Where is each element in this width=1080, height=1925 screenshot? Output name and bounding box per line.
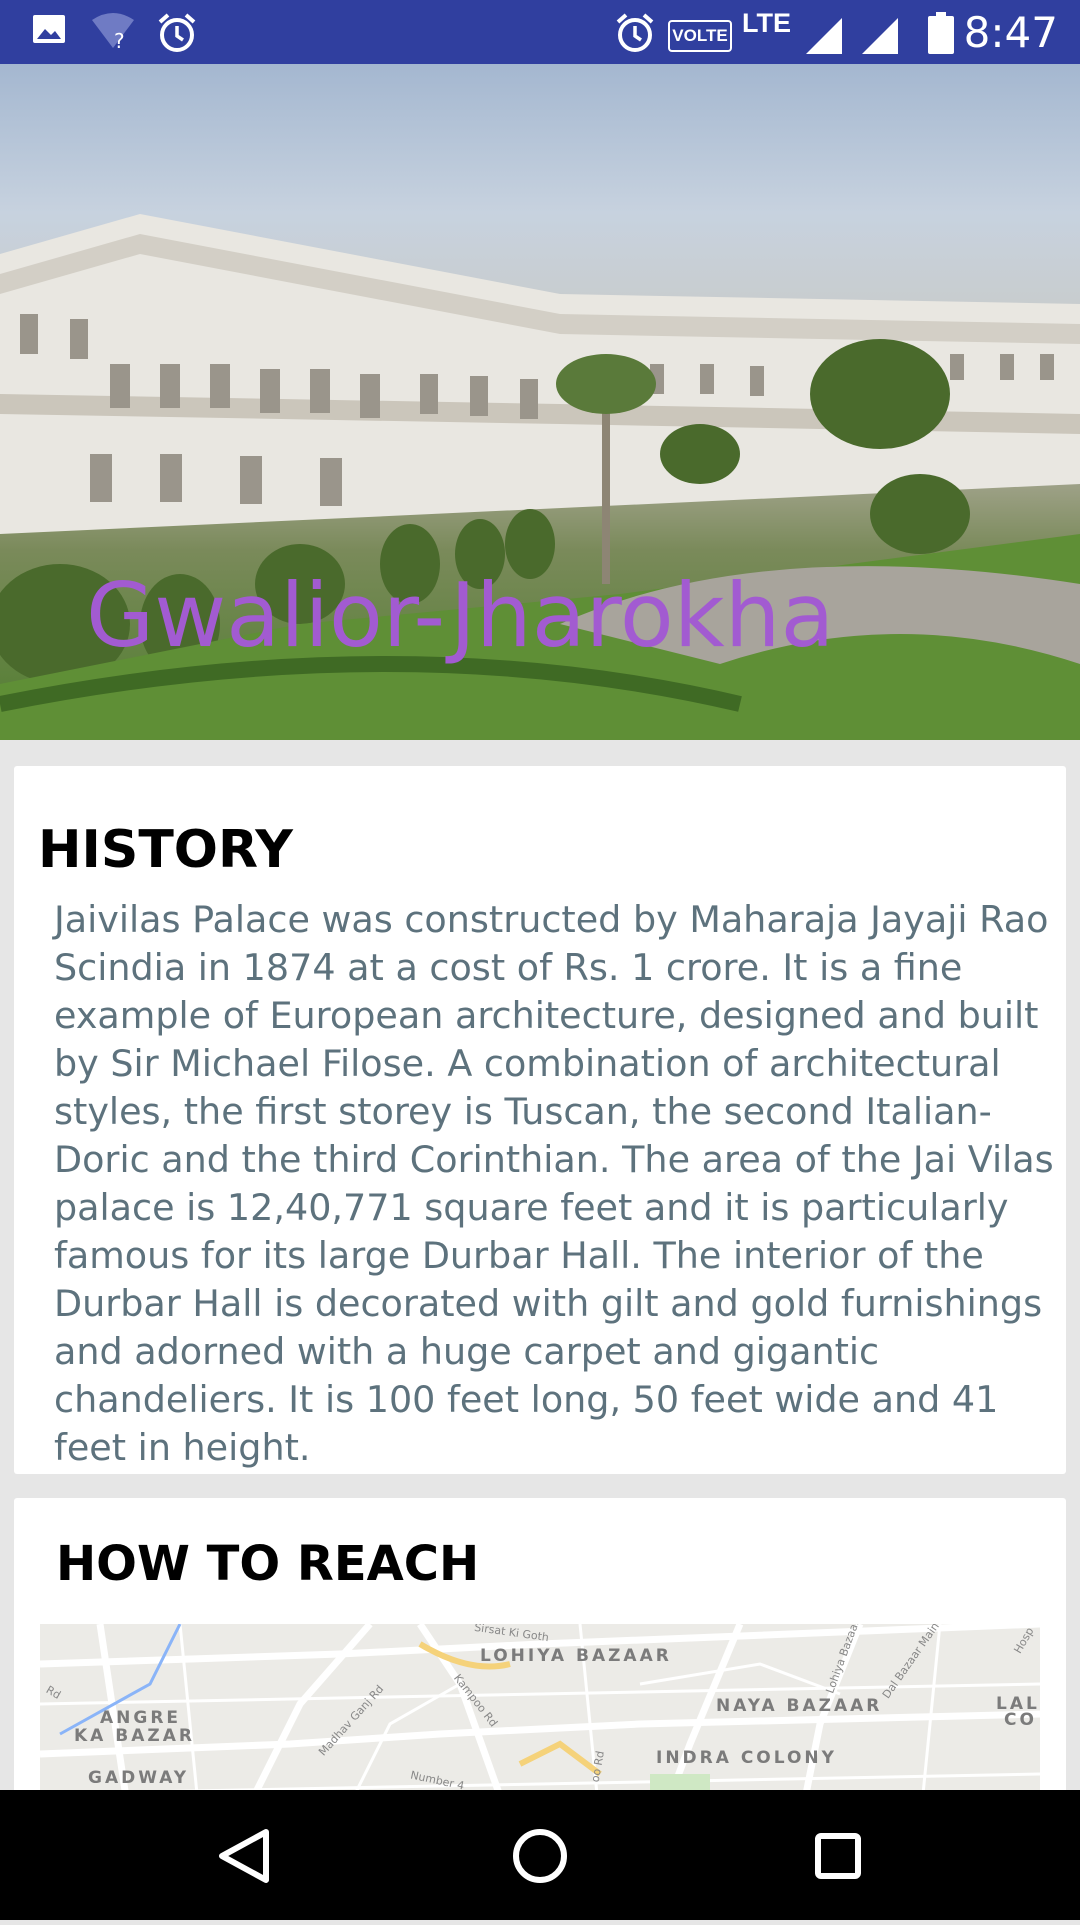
map-label-ka-bazar: KA BAZAR [74, 1726, 195, 1746]
location-map[interactable]: LOHIYA BAZAAR ANGRE KA BAZAR NAYA BAZAAR… [40, 1624, 1040, 1798]
signal-icon [860, 16, 900, 61]
alarm-icon [156, 12, 198, 59]
recents-button[interactable] [738, 1790, 938, 1920]
back-icon [219, 1829, 269, 1883]
volte-badge: VOLTE [668, 20, 732, 52]
how-to-reach-heading: HOW TO REACH [56, 1536, 480, 1592]
how-to-reach-card: HOW TO REACH LOHIYA BAZAAR ANGRE KA BAZA… [14, 1498, 1066, 1798]
map-label-angre: ANGRE [100, 1708, 182, 1728]
map-label-co: CO [1004, 1710, 1037, 1730]
image-icon [32, 12, 66, 51]
app-title: Gwalior-Jharokha [86, 564, 835, 667]
clock-time: 8:47 [963, 8, 1058, 57]
recents-icon [815, 1833, 861, 1879]
battery-icon [928, 12, 954, 59]
hero-image: Gwalior-Jharokha [0, 64, 1080, 740]
svg-text:?: ? [114, 29, 125, 52]
home-button[interactable] [440, 1790, 640, 1920]
home-icon [513, 1829, 567, 1883]
map-label-naya-bazaar: NAYA BAZAAR [716, 1696, 883, 1716]
network-type-label: LTE [742, 8, 791, 38]
signal-icon [804, 16, 844, 61]
map-label-gadway: GADWAY [88, 1768, 190, 1788]
history-heading: HISTORY [38, 820, 293, 880]
history-card: HISTORY Jaivilas Palace was constructed … [14, 766, 1066, 1474]
history-description: Jaivilas Palace was constructed by Mahar… [54, 898, 1054, 1469]
map-label-lohiya-bazaar: LOHIYA BAZAAR [480, 1646, 672, 1666]
navigation-bar [0, 1790, 1080, 1920]
wifi-unknown-icon: ? [90, 12, 136, 57]
map-label-indra-colony: INDRA COLONY [656, 1748, 837, 1768]
status-bar: ? VOLTE LTE 8:47 [0, 0, 1080, 64]
alarm-icon [614, 12, 656, 59]
back-button[interactable] [144, 1790, 344, 1920]
